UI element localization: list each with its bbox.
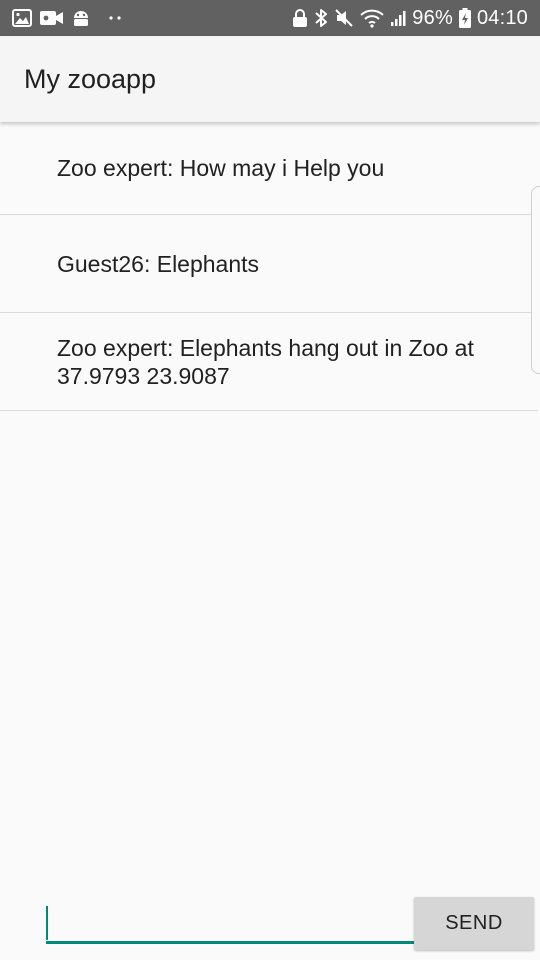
video-camera-icon (40, 10, 64, 26)
android-icon (72, 9, 90, 27)
lock-icon (292, 8, 308, 28)
status-bar: 96% 04:10 (0, 0, 540, 36)
status-time: 04:10 (476, 6, 528, 29)
battery-charging-icon (458, 8, 471, 28)
list-item[interactable]: Zoo expert: How may i Help you (0, 122, 538, 215)
message-text: Zoo expert: Elephants hang out in Zoo at… (57, 334, 474, 389)
message-list: Zoo expert: How may i Help you Guest26: … (0, 122, 538, 411)
bluetooth-icon (314, 8, 328, 28)
battery-percent: 96% (412, 6, 453, 29)
message-input[interactable] (46, 900, 414, 944)
more-dots-icon (108, 15, 122, 21)
text-cursor (46, 906, 48, 940)
list-item[interactable]: Zoo expert: Elephants hang out in Zoo at… (0, 313, 538, 411)
mute-icon (334, 8, 354, 28)
scrollbar[interactable] (531, 186, 540, 374)
status-left-icons (12, 9, 122, 27)
list-item[interactable]: Guest26: Elephants (0, 215, 538, 313)
app-bar: My zooapp (0, 36, 540, 122)
send-button[interactable]: SEND (414, 897, 534, 950)
app-title: My zooapp (24, 63, 157, 94)
signal-icon (390, 9, 406, 27)
message-text: Guest26: Elephants (57, 250, 260, 277)
wifi-icon (360, 8, 384, 28)
status-right-icons: 96% 04:10 (292, 7, 528, 30)
image-icon (12, 9, 32, 27)
message-text: Zoo expert: How may i Help you (57, 155, 385, 181)
composer: SEND (0, 890, 540, 960)
